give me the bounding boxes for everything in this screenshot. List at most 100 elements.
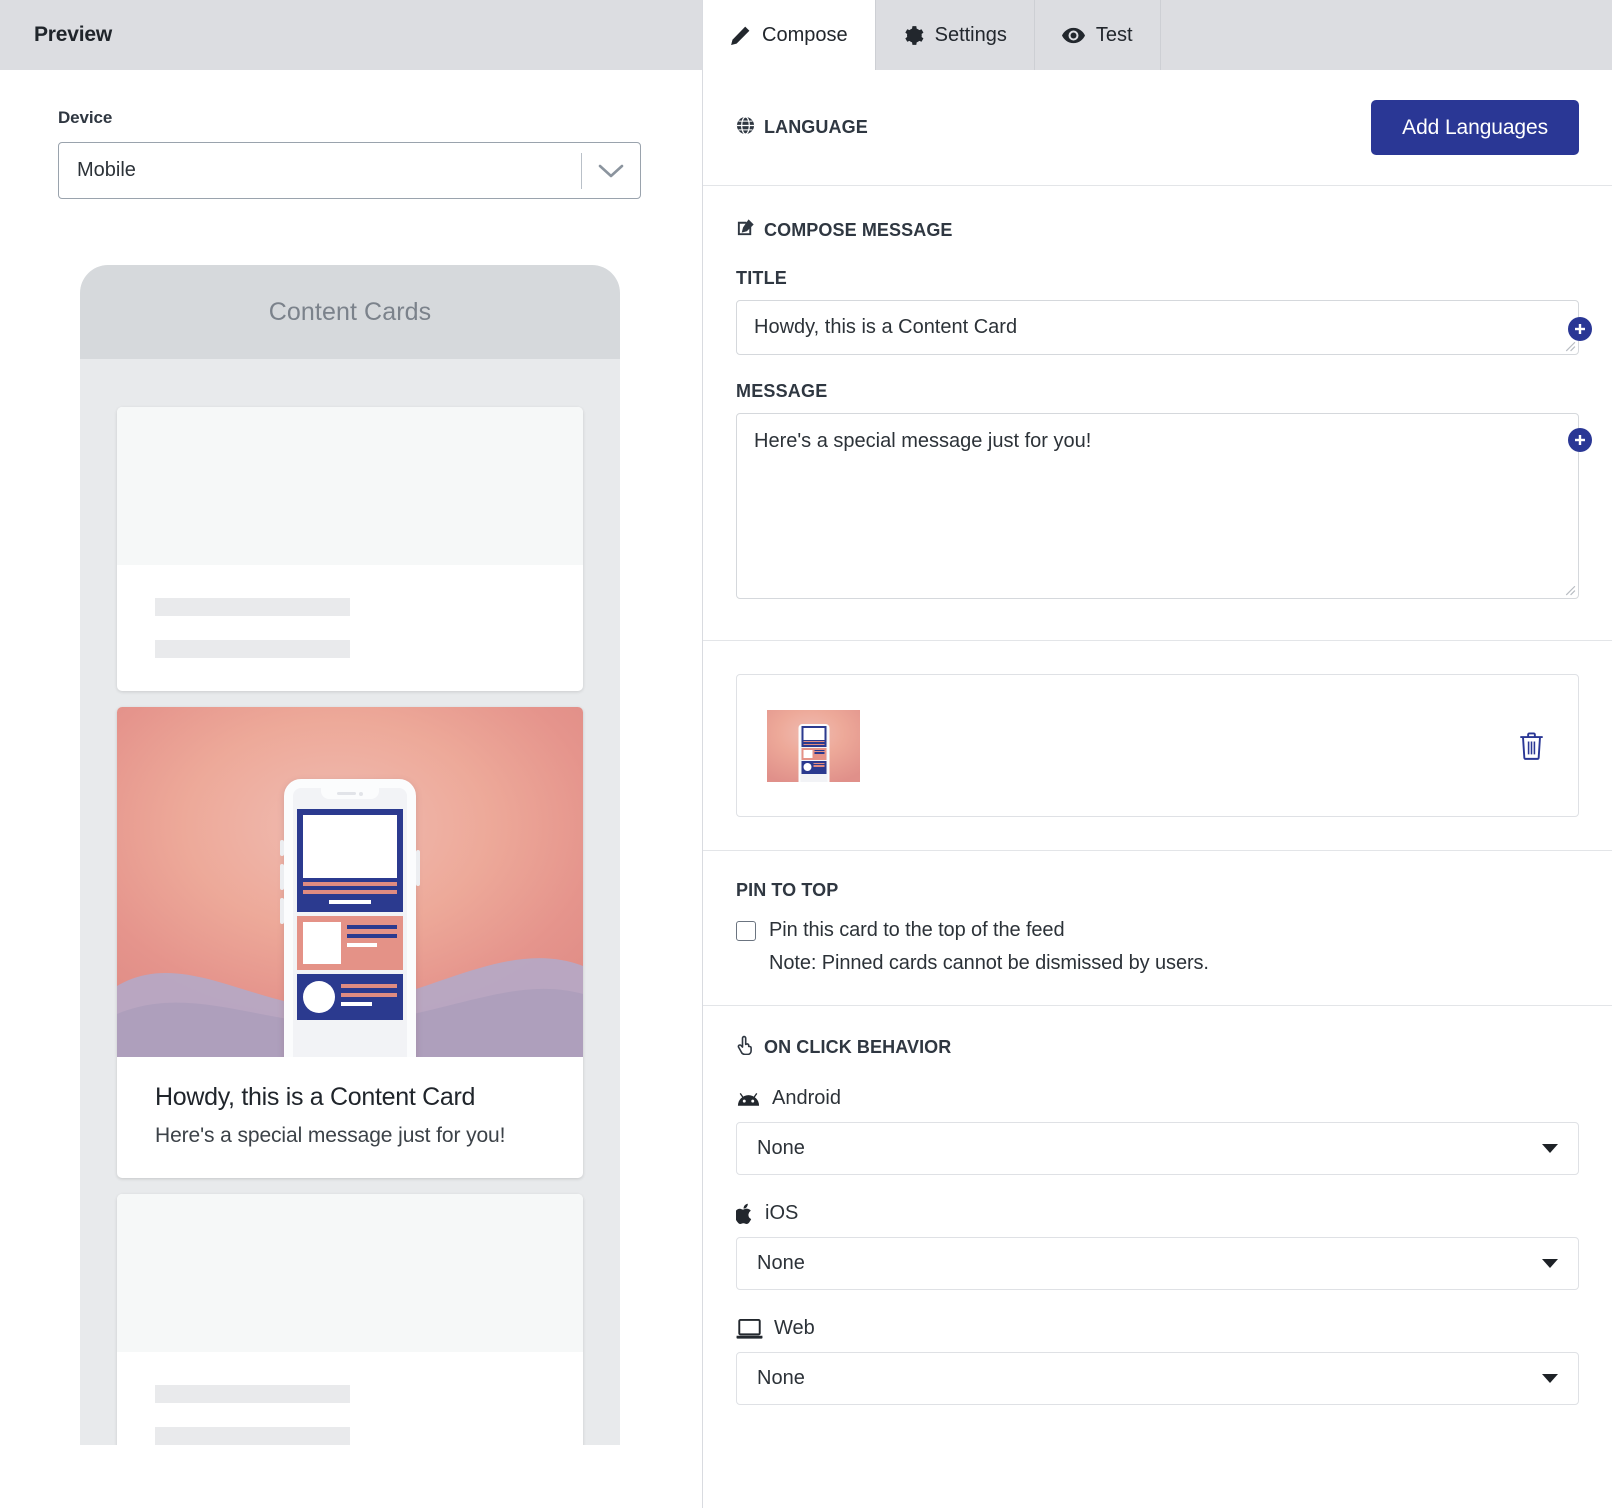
placeholder-bar bbox=[155, 1427, 350, 1445]
pointer-hand-icon bbox=[736, 1035, 755, 1060]
illustration-phone-screen bbox=[293, 788, 407, 1020]
thumbnail-line bbox=[803, 740, 824, 743]
android-click-behavior-value: None bbox=[757, 1137, 805, 1159]
illustration-line bbox=[303, 890, 397, 894]
tab-settings[interactable]: Settings bbox=[876, 0, 1035, 70]
thumbnail-lines bbox=[813, 762, 824, 769]
illustration-line bbox=[341, 993, 397, 997]
thumbnail-line bbox=[803, 743, 824, 746]
thumbnail-lines bbox=[814, 749, 824, 758]
add-title-liquid-tag-icon[interactable] bbox=[1568, 317, 1592, 341]
message-textarea[interactable] bbox=[736, 413, 1579, 599]
laptop-icon bbox=[736, 1318, 763, 1340]
placeholder-card bbox=[117, 1194, 583, 1445]
placeholder-body bbox=[117, 565, 583, 691]
compose-message-section: COMPOSE MESSAGE TITLE MESSAGE bbox=[703, 186, 1612, 640]
phone-side-button bbox=[280, 840, 284, 856]
illustration-line bbox=[347, 943, 377, 947]
device-select-value: Mobile bbox=[77, 159, 136, 181]
language-heading: LANGUAGE bbox=[736, 115, 868, 140]
editor-pane: Compose Settings Test LANGUAGE Add Langu… bbox=[703, 0, 1612, 1508]
illustration-lines bbox=[347, 922, 397, 964]
message-field-label: MESSAGE bbox=[736, 381, 828, 401]
placeholder-card bbox=[117, 407, 583, 691]
image-thumbnail[interactable] bbox=[767, 709, 860, 782]
illustration-card-avatar bbox=[297, 974, 403, 1020]
illustration-line bbox=[347, 925, 397, 929]
compose-heading: COMPOSE MESSAGE bbox=[736, 218, 1579, 242]
ios-label-text: iOS bbox=[765, 1202, 799, 1224]
add-languages-button[interactable]: Add Languages bbox=[1371, 100, 1579, 155]
illustration-card-salmon bbox=[297, 916, 403, 970]
image-asset-section bbox=[703, 641, 1612, 850]
placeholder-bar bbox=[155, 598, 350, 616]
placeholder-bar bbox=[155, 640, 350, 658]
gear-icon bbox=[903, 25, 924, 46]
phone-side-button bbox=[280, 864, 284, 890]
title-input[interactable] bbox=[736, 300, 1579, 355]
platform-row-ios: iOS None bbox=[736, 1202, 1579, 1290]
on-click-behavior-section: ON CLICK BEHAVIOR Android None iOS None … bbox=[703, 1006, 1612, 1405]
device-select[interactable]: Mobile bbox=[58, 142, 641, 199]
title-input-wrap bbox=[736, 300, 1592, 355]
editor-tabbar: Compose Settings Test bbox=[703, 0, 1612, 70]
language-heading-label: LANGUAGE bbox=[764, 117, 868, 137]
phone-notch bbox=[321, 788, 379, 799]
caret-down-icon bbox=[1542, 1374, 1558, 1383]
tab-compose-label: Compose bbox=[762, 23, 848, 46]
illustration-button bbox=[328, 900, 372, 904]
on-click-heading: ON CLICK BEHAVIOR bbox=[736, 1035, 1579, 1060]
placeholder-image bbox=[117, 407, 583, 565]
device-selector-block: Device Mobile bbox=[0, 70, 702, 199]
thumbnail-card bbox=[801, 725, 826, 747]
thumbnail-hero bbox=[803, 727, 824, 740]
illustration-phone bbox=[280, 779, 420, 1057]
delete-image-button[interactable] bbox=[1519, 732, 1544, 760]
add-message-liquid-tag-icon[interactable] bbox=[1568, 428, 1592, 452]
pin-heading-label: PIN TO TOP bbox=[736, 880, 839, 900]
illustration-thumb bbox=[303, 922, 341, 964]
ios-click-behavior-select[interactable]: None bbox=[736, 1237, 1579, 1290]
ios-label: iOS bbox=[736, 1202, 1579, 1225]
web-label-text: Web bbox=[774, 1317, 815, 1339]
illustration-line bbox=[341, 1002, 372, 1006]
pin-checkbox-label: Pin this card to the top of the feed bbox=[769, 919, 1065, 941]
thumbnail-phone bbox=[798, 723, 829, 782]
message-input-wrap bbox=[736, 413, 1592, 604]
pin-checkbox-row[interactable]: Pin this card to the top of the feed bbox=[736, 919, 1579, 942]
ios-click-behavior-value: None bbox=[757, 1252, 805, 1274]
phone-topbar-title: Content Cards bbox=[268, 297, 432, 326]
phone-side-button bbox=[416, 850, 420, 886]
tab-compose[interactable]: Compose bbox=[703, 0, 876, 70]
pin-heading: PIN TO TOP bbox=[736, 880, 1579, 901]
preview-header: Preview bbox=[0, 0, 702, 70]
tab-test-label: Test bbox=[1095, 23, 1133, 46]
android-icon bbox=[736, 1091, 761, 1107]
title-field-label: TITLE bbox=[736, 268, 787, 288]
web-click-behavior-select[interactable]: None bbox=[736, 1352, 1579, 1405]
android-click-behavior-select[interactable]: None bbox=[736, 1122, 1579, 1175]
edit-square-icon bbox=[736, 218, 755, 242]
placeholder-body bbox=[117, 1352, 583, 1445]
on-click-heading-label: ON CLICK BEHAVIOR bbox=[764, 1037, 952, 1057]
android-label: Android bbox=[736, 1087, 1579, 1110]
content-card-preview[interactable]: Howdy, this is a Content Card Here's a s… bbox=[117, 707, 583, 1178]
pin-checkbox[interactable] bbox=[736, 920, 756, 941]
illustration-line bbox=[347, 934, 397, 938]
thumbnail-avatar bbox=[803, 762, 811, 771]
phone-camera bbox=[359, 791, 363, 796]
placeholder-image bbox=[117, 1194, 583, 1352]
caret-down-icon bbox=[1542, 1259, 1558, 1268]
platform-row-android: Android None bbox=[736, 1087, 1579, 1175]
content-card-composer: Preview Device Mobile Content Cards Howd… bbox=[0, 0, 1612, 1508]
platform-row-web: Web None bbox=[736, 1317, 1579, 1405]
android-label-text: Android bbox=[772, 1087, 841, 1109]
preview-title: Preview bbox=[34, 23, 112, 46]
phone-topbar: Content Cards bbox=[80, 265, 620, 359]
chevron-down-icon bbox=[582, 163, 640, 179]
compose-heading-label: COMPOSE MESSAGE bbox=[764, 219, 953, 240]
tab-test[interactable]: Test bbox=[1035, 0, 1161, 70]
image-asset-box bbox=[736, 674, 1579, 817]
web-click-behavior-value: None bbox=[757, 1367, 805, 1389]
content-card-text: Howdy, this is a Content Card Here's a s… bbox=[117, 1057, 583, 1178]
